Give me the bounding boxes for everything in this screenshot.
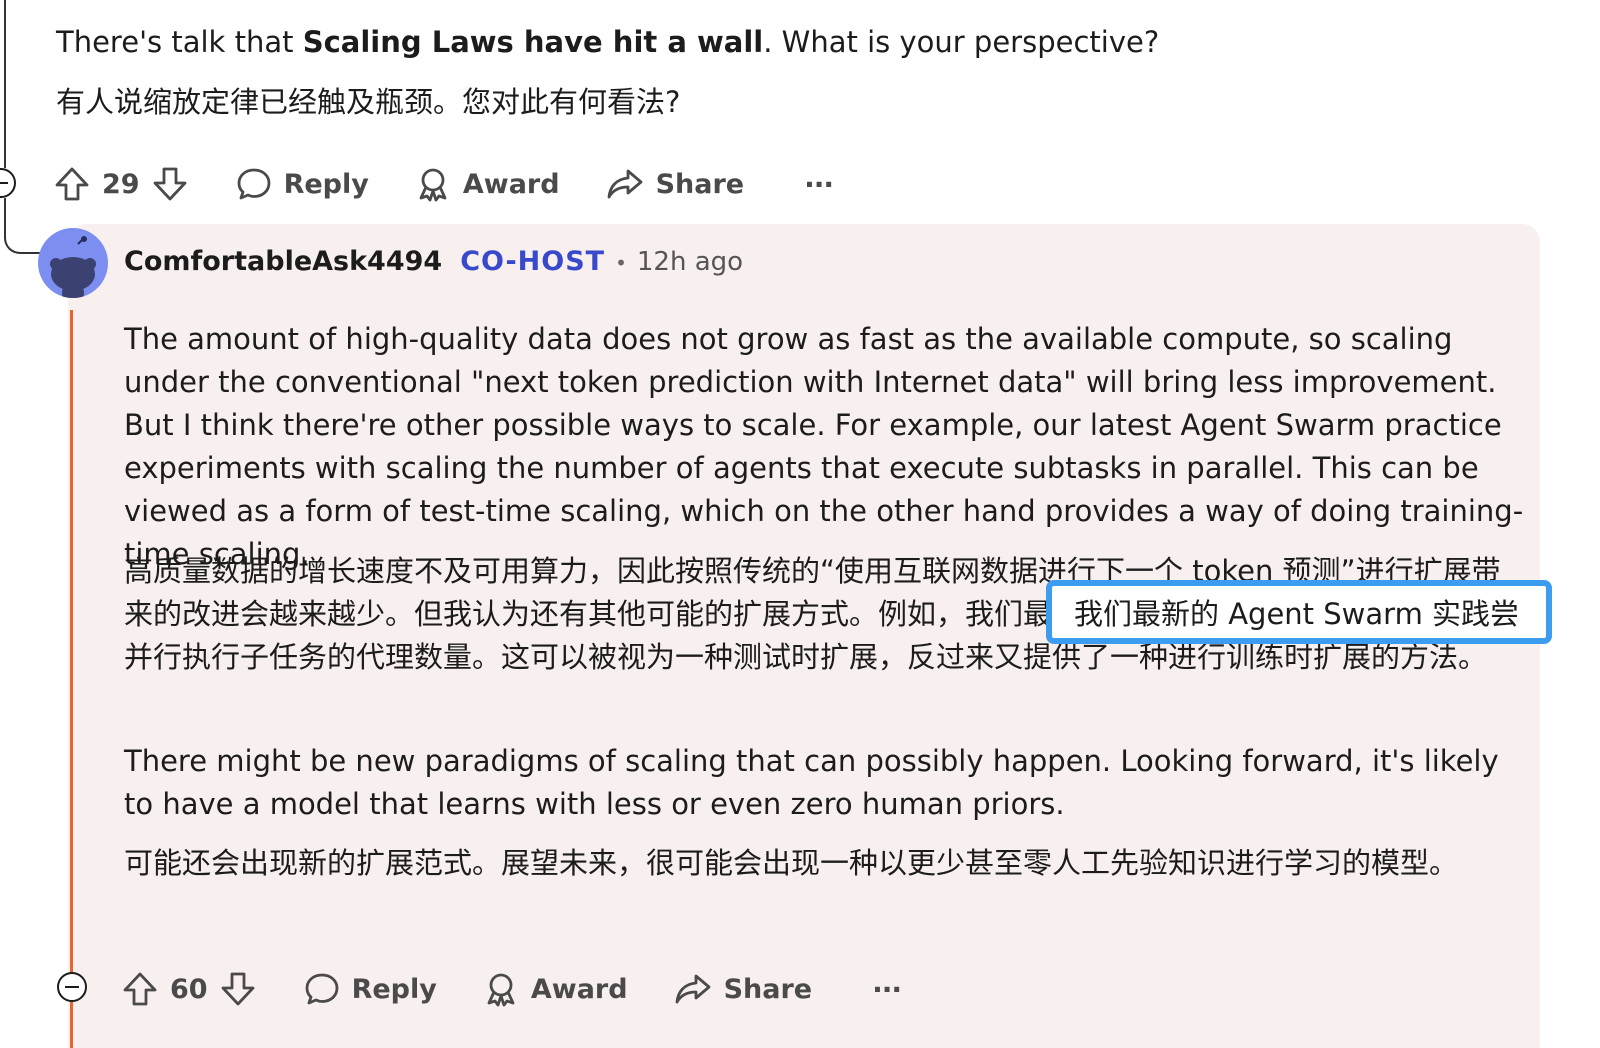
- author-username[interactable]: ComfortableAsk4494: [124, 246, 442, 277]
- thread-connector: [4, 198, 40, 254]
- parent-comment-text-en: There's talk that Scaling Laws have hit …: [56, 22, 1159, 62]
- highlighted-text-selection[interactable]: 我们最新的 Agent Swarm 实践尝: [1046, 580, 1552, 644]
- reply-paragraph-en-2: There might be new paradigms of scaling …: [124, 744, 1499, 821]
- downvote-icon: [221, 972, 254, 1006]
- share-label: Share: [655, 168, 745, 200]
- downvote-button[interactable]: [150, 164, 190, 204]
- award-label: Award: [462, 168, 560, 200]
- share-label: Share: [723, 973, 813, 1005]
- share-icon: [607, 169, 642, 199]
- vote-count: 29: [102, 168, 140, 200]
- share-button[interactable]: Share: [606, 166, 745, 202]
- reply-action-bar: 60 Reply Award Share ···: [120, 967, 902, 1011]
- parent-action-bar: 29 Reply Award Share ···: [52, 162, 834, 206]
- upvote-button[interactable]: [120, 969, 160, 1009]
- co-host-flair: CO-HOST: [460, 246, 606, 277]
- upvote-button[interactable]: [52, 164, 92, 204]
- upvote-icon: [55, 167, 89, 201]
- award-icon: [487, 973, 515, 1007]
- share-button[interactable]: Share: [674, 971, 813, 1007]
- parent-comment-text-zh: 有人说缩放定律已经触及瓶颈。您对此有何看法?: [56, 85, 681, 119]
- parent-text-before: There's talk that: [56, 25, 303, 59]
- reply-label: Reply: [283, 168, 369, 200]
- collapse-thread-button[interactable]: [0, 168, 16, 198]
- snoo-avatar-icon: [50, 236, 96, 298]
- award-label: Award: [530, 973, 628, 1005]
- comment-icon: [305, 973, 338, 1005]
- vote-count: 60: [170, 973, 208, 1005]
- downvote-button[interactable]: [218, 969, 258, 1009]
- share-icon: [675, 974, 710, 1004]
- downvote-icon: [153, 167, 186, 201]
- reply-button[interactable]: Reply: [236, 166, 369, 202]
- reply-paragraph-zh-2: 可能还会出现新的扩展范式。展望未来，很可能会出现一种以更少甚至零人工先验知识进行…: [124, 846, 1459, 880]
- award-icon: [419, 168, 447, 202]
- reply-label: Reply: [351, 973, 437, 1005]
- thread-line: [4, 0, 6, 168]
- award-button[interactable]: Award: [415, 166, 560, 202]
- reply-thread-line[interactable]: [70, 310, 73, 1048]
- parent-text-bold: Scaling Laws have hit a wall: [302, 25, 764, 59]
- meta-separator: •: [615, 251, 627, 275]
- reply-button[interactable]: Reply: [304, 971, 437, 1007]
- comment-icon: [237, 168, 270, 200]
- more-options-button[interactable]: ···: [872, 973, 902, 1006]
- upvote-icon: [123, 972, 157, 1006]
- author-avatar[interactable]: [38, 228, 108, 298]
- comment-timestamp[interactable]: 12h ago: [637, 247, 743, 277]
- reply-paragraph-en-1: The amount of high-quality data does not…: [124, 322, 1524, 571]
- more-options-button[interactable]: ···: [804, 168, 834, 201]
- collapse-reply-button[interactable]: [57, 972, 87, 1002]
- comment-meta: ComfortableAsk4494 CO-HOST • 12h ago: [124, 246, 743, 277]
- parent-text-after: . What is your perspective?: [763, 25, 1160, 59]
- award-button[interactable]: Award: [483, 971, 628, 1007]
